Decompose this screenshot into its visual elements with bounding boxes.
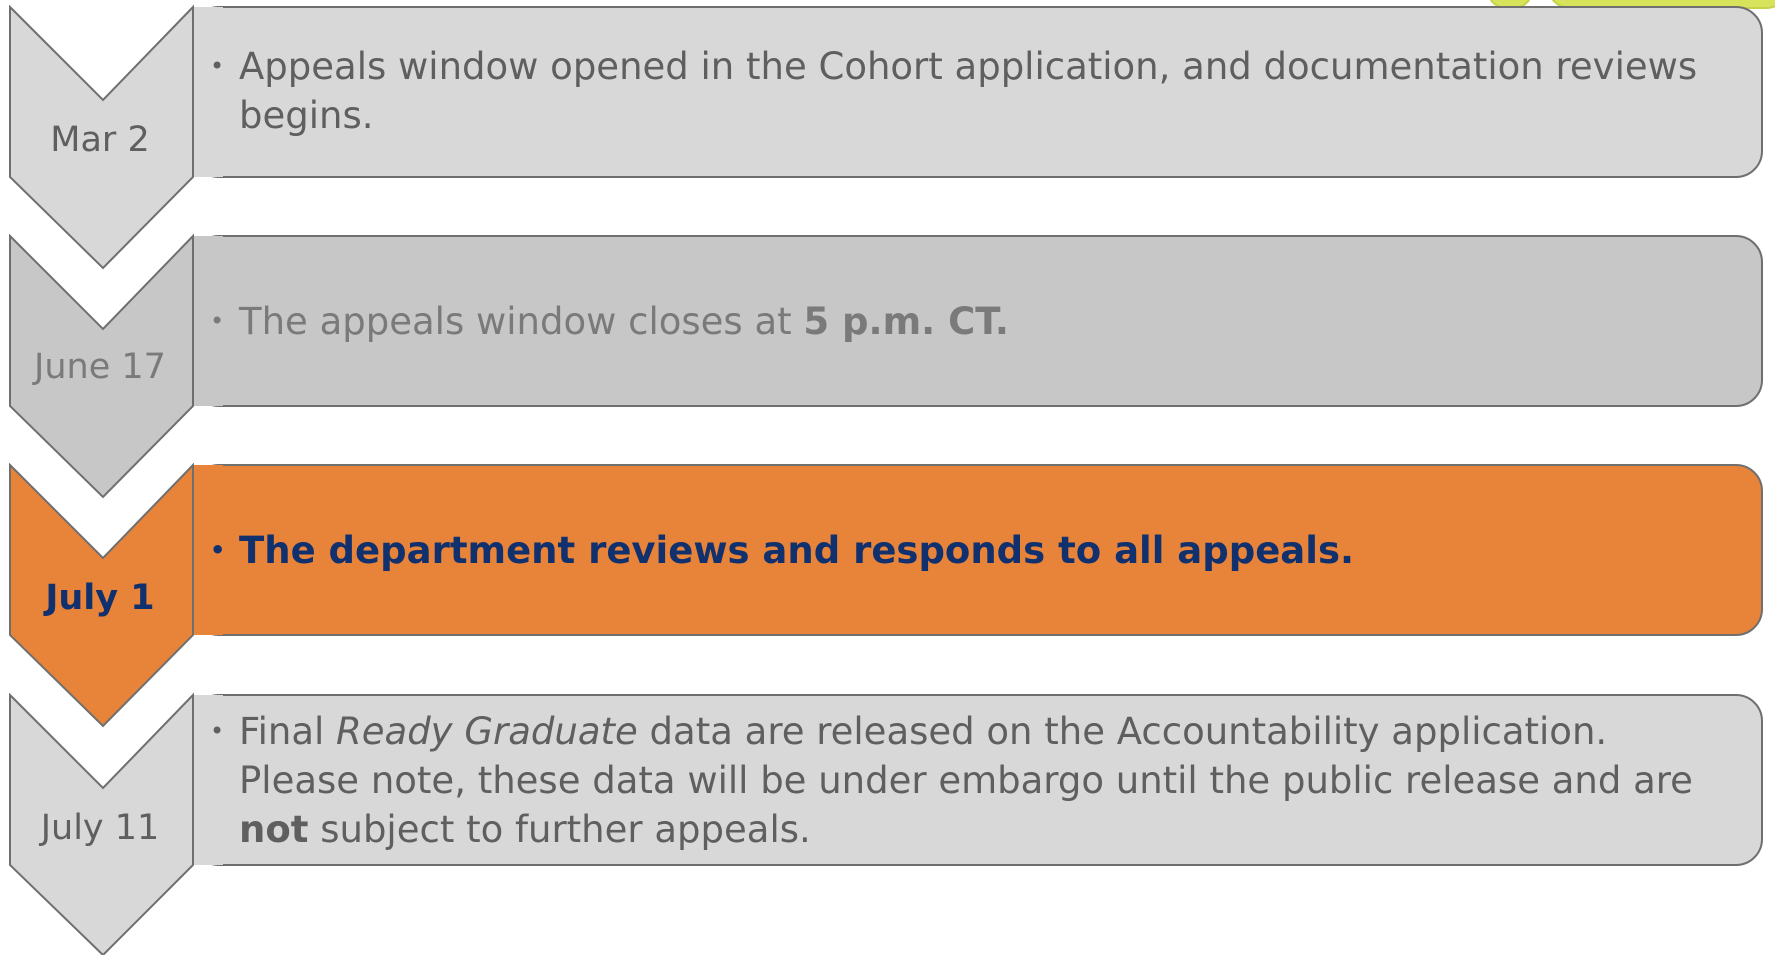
step-4-description: • Final Ready Graduate data are released … xyxy=(210,707,1730,854)
step-3-description: • The department reviews and responds to … xyxy=(210,526,1730,575)
bullet-icon: • xyxy=(210,717,225,745)
step-1-date: Mar 2 xyxy=(50,120,149,160)
step-1-text: Appeals window opened in the Cohort appl… xyxy=(239,45,1698,137)
step-1-bullet-item: • Appeals window opened in the Cohort app… xyxy=(210,42,1730,140)
step-4-text-part-1: Final xyxy=(239,710,337,753)
step-2-description: • The appeals window closes at 5 p.m. CT. xyxy=(210,297,1730,346)
bullet-icon: • xyxy=(210,307,225,335)
step-4-bullet-item: • Final Ready Graduate data are released … xyxy=(210,707,1730,854)
bullet-icon: • xyxy=(210,536,226,564)
step-4-not-emphasis: not xyxy=(239,808,309,851)
step-3-text: The department reviews and responds to a… xyxy=(239,529,1355,572)
step-4-text-part-3: subject to further appeals. xyxy=(308,808,811,851)
step-2-text: The appeals window closes at xyxy=(239,300,804,343)
step-3: July 1 xyxy=(9,462,1763,728)
step-4-ready-graduate: Ready Graduate xyxy=(336,710,638,753)
step-2: June 17 xyxy=(9,233,1763,499)
step-2-time-emphasis: 5 p.m. CT. xyxy=(803,300,1009,343)
step-2-bullet-item: • The appeals window closes at 5 p.m. CT. xyxy=(210,297,1730,346)
bullet-icon: • xyxy=(210,52,225,80)
step-3-date: July 1 xyxy=(43,578,154,618)
step-1-description: • Appeals window opened in the Cohort app… xyxy=(210,42,1730,140)
step-3-bullet-item: • The department reviews and responds to … xyxy=(210,526,1730,575)
step-4-date: July 11 xyxy=(39,808,160,848)
step-2-date: June 17 xyxy=(32,347,166,387)
